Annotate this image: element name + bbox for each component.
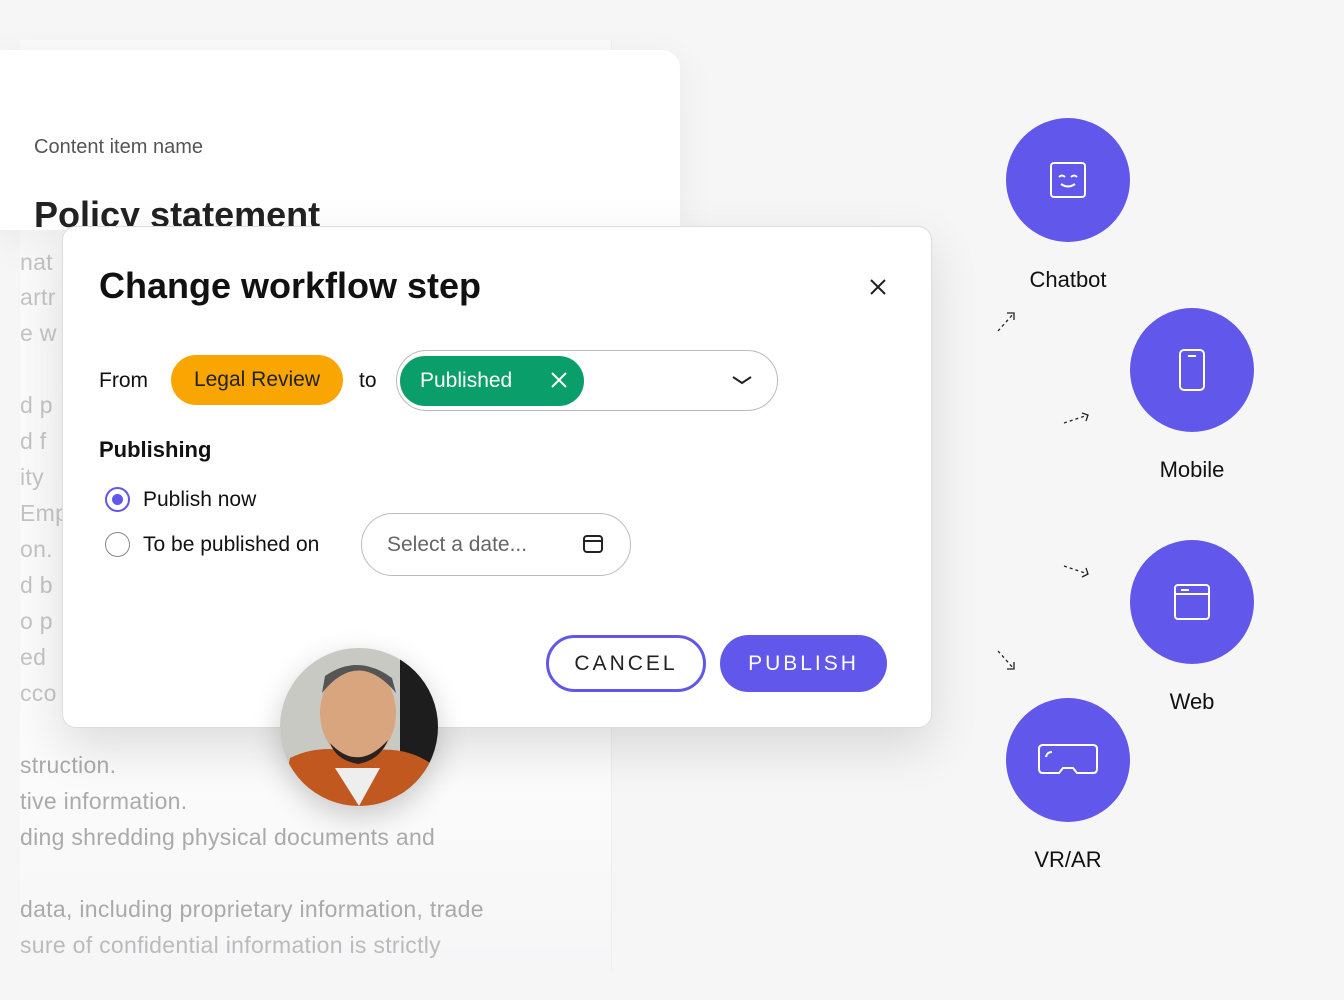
doc-fragment: d f [20,428,47,454]
doc-fragment: artr [20,284,56,310]
from-label: From [99,369,148,392]
channel-chatbot [1006,118,1130,242]
mobile-icon [1179,349,1205,391]
channel-label: Chatbot [1029,267,1107,292]
channel-label: Mobile [1159,457,1225,482]
doc-line: ding shredding physical documents and [20,824,436,850]
publish-now-label: Publish now [143,488,257,511]
publish-now-radio[interactable] [105,487,130,512]
channel-label: VR/AR [1034,847,1102,872]
schedule-label: To be published on [143,533,320,556]
doc-fragment: d p [20,392,53,418]
calendar-icon[interactable] [582,533,604,555]
cancel-button[interactable]: CANCEL [546,635,706,692]
web-browser-icon [1174,584,1210,620]
chatbot-icon [1050,162,1086,198]
channel-web [1130,540,1254,664]
user-avatar [280,648,438,806]
to-label: to [359,369,377,392]
close-button[interactable] [863,272,893,302]
arrow-icon [1063,565,1089,578]
doc-fragment: ity [20,464,44,490]
arrow-icon [997,650,1015,670]
publish-button[interactable]: PUBLISH [720,635,887,692]
doc-line: struction. [20,752,117,778]
doc-fragment: o p [20,608,53,634]
content-item-card: Content item name Policy statement [0,50,680,235]
doc-fragment: e w [20,320,57,346]
doc-fragment: d b [20,572,53,598]
channel-vrar [1006,698,1130,822]
date-input[interactable]: Select a date... [361,513,631,576]
chevron-down-icon[interactable] [731,373,753,387]
doc-fragment: Emp [20,500,69,526]
channel-label: Web [1169,689,1215,714]
dialog-title: Change workflow step [99,265,482,306]
arrow-icon [997,312,1015,332]
publishing-heading: Publishing [99,437,212,462]
doc-line: tive information. [20,788,188,814]
vr-headset-icon [1038,744,1098,774]
content-item-label: Content item name [34,136,203,158]
doc-fragment: on. [20,536,53,562]
doc-fragment: cco [20,680,57,706]
close-icon [870,279,886,295]
to-status-chip: Published [400,356,584,406]
arrow-icon [1063,412,1089,424]
doc-fragment: ed [20,644,47,670]
doc-fragment: nat [20,249,53,275]
channel-mobile [1130,308,1254,432]
doc-line: sure of confidential information is stri… [20,932,441,958]
date-placeholder: Select a date... [387,533,528,556]
from-status-badge: Legal Review [171,355,343,405]
to-status-select[interactable]: Published [396,350,778,411]
doc-line: data, including proprietary information,… [20,896,484,922]
to-status-label: Published [420,369,513,392]
remove-chip-icon[interactable] [548,369,570,391]
schedule-radio[interactable] [105,532,130,557]
change-workflow-dialog: Change workflow step From Legal Review t… [62,226,932,728]
